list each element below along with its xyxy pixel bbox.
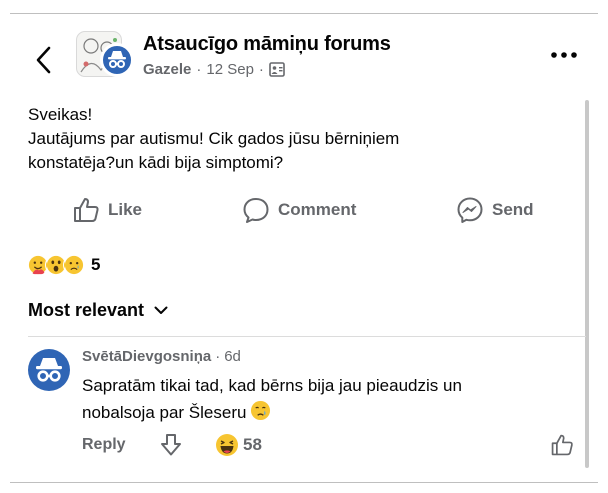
reaction-count: 5: [91, 255, 101, 274]
meta-separator: ·: [215, 348, 221, 365]
reply-button[interactable]: Reply: [82, 436, 126, 454]
post-date[interactable]: 12 Sep: [206, 61, 254, 78]
post-author[interactable]: Gazele: [143, 61, 191, 78]
more-options-icon[interactable]: [550, 50, 578, 60]
members-audience-icon: [269, 62, 285, 77]
send-button[interactable]: Send: [456, 196, 534, 224]
reactions-summary[interactable]: 5: [27, 254, 100, 276]
bottom-divider: [10, 482, 598, 483]
post-actions: Like Comment Send: [0, 196, 600, 226]
anonymous-user-icon: [100, 43, 134, 77]
sort-label: Most relevant: [28, 300, 145, 320]
chevron-down-icon: [154, 306, 168, 314]
top-divider: [10, 13, 598, 14]
comment-author[interactable]: SvētāDievgosniņa: [82, 348, 211, 365]
laugh-count: 58: [243, 435, 262, 454]
anonymous-user-icon: [36, 358, 62, 382]
post-text: Sveikas! Jautājums par autismu! Cik gado…: [28, 103, 568, 175]
post-text-line: Jautājums par autismu! Cik gados jūsu bē…: [28, 129, 400, 148]
send-label: Send: [492, 200, 534, 219]
comment-text-line-2: nobalsoja par Šleseru: [82, 399, 572, 426]
comment-actions: Reply 58: [82, 433, 582, 459]
comment-bubble-icon: [243, 198, 269, 223]
post-text-line: konstatēja?un kādi bija simptomi?: [28, 153, 284, 172]
comment-time[interactable]: 6d: [224, 348, 241, 365]
post-text-line: Sveikas!: [28, 105, 93, 124]
comment-label: Comment: [278, 200, 357, 219]
sad-emoji-icon: [63, 254, 85, 276]
crying-face-emoji-icon: [251, 400, 271, 421]
comment-header: SvētāDievgosniņa · 6d: [82, 348, 241, 365]
meta-separator: ·: [196, 61, 202, 78]
comment-sort-dropdown[interactable]: Most relevant: [28, 300, 168, 321]
comment-text-line-2-text: nobalsoja par Šleseru: [82, 403, 247, 422]
section-divider: [28, 336, 586, 337]
comment-text-line: Sapratām tikai tad, kad bērns bija jau p…: [82, 376, 462, 395]
laughing-emoji-icon: [216, 434, 238, 456]
comment-button[interactable]: Comment: [242, 196, 356, 224]
thumbs-up-icon[interactable]: [550, 433, 574, 457]
downvote-arrow-icon[interactable]: [160, 433, 182, 457]
thumbs-up-icon: [74, 198, 99, 222]
back-arrow-icon[interactable]: [32, 44, 56, 76]
post-meta: Gazele · 12 Sep ·: [143, 61, 285, 78]
like-button[interactable]: Like: [72, 196, 142, 224]
commenter-avatar[interactable]: [28, 349, 70, 391]
scrollbar[interactable]: [585, 100, 589, 468]
messenger-icon: [457, 197, 483, 223]
comment-text: Sapratām tikai tad, kad bērns bija jau p…: [82, 372, 572, 426]
meta-separator: ·: [258, 61, 264, 78]
group-name[interactable]: Atsaucīgo māmiņu forums: [143, 33, 391, 56]
like-label: Like: [108, 200, 143, 219]
group-avatar[interactable]: [76, 31, 134, 79]
comment-reactions[interactable]: 58: [215, 433, 262, 457]
